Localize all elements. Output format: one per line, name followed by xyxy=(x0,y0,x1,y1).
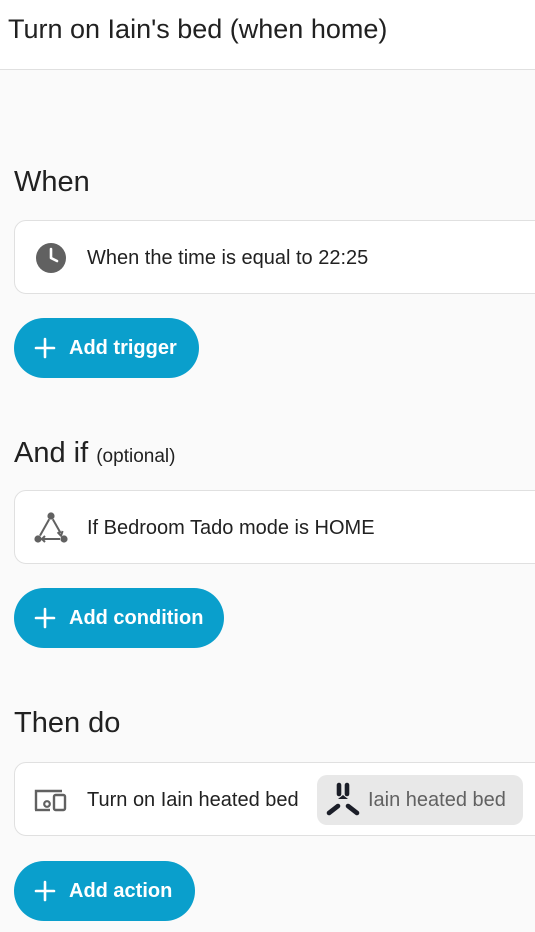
clock-icon xyxy=(33,240,69,276)
state-condition-icon xyxy=(33,510,69,546)
add-trigger-button[interactable]: Add trigger xyxy=(14,318,199,378)
plus-icon xyxy=(34,337,56,359)
device-icon xyxy=(33,782,69,818)
trigger-card[interactable]: When the time is equal to 22:25 xyxy=(14,220,535,294)
condition-description: If Bedroom Tado mode is HOME xyxy=(87,517,375,539)
add-action-button[interactable]: Add action xyxy=(14,861,195,921)
trigger-description: When the time is equal to 22:25 xyxy=(87,247,369,269)
target-entity-chip[interactable]: Iain heated bed xyxy=(317,775,523,825)
page-title: Turn on Iain's bed (when home) xyxy=(8,14,388,44)
conditions-heading-text: And if xyxy=(14,437,89,469)
add-condition-label: Add condition xyxy=(69,607,204,629)
plus-icon xyxy=(34,880,56,902)
add-condition-button[interactable]: Add condition xyxy=(14,588,224,648)
action-card[interactable]: Turn on Iain heated bed Iain heated bed xyxy=(14,762,535,836)
plus-icon xyxy=(34,607,56,629)
conditions-heading: And if (optional) xyxy=(14,435,175,475)
top-app-bar: Turn on Iain's bed (when home) xyxy=(0,0,535,70)
optional-label: (optional) xyxy=(96,446,176,467)
target-entity-label: Iain heated bed xyxy=(368,789,506,811)
actions-heading: Then do xyxy=(14,707,121,739)
add-trigger-label: Add trigger xyxy=(69,337,177,359)
condition-card[interactable]: If Bedroom Tado mode is HOME xyxy=(14,490,535,564)
smart-plug-logo-icon xyxy=(326,782,360,816)
add-action-label: Add action xyxy=(69,880,173,902)
action-description: Turn on Iain heated bed xyxy=(87,789,299,811)
triggers-heading: When xyxy=(14,166,90,198)
